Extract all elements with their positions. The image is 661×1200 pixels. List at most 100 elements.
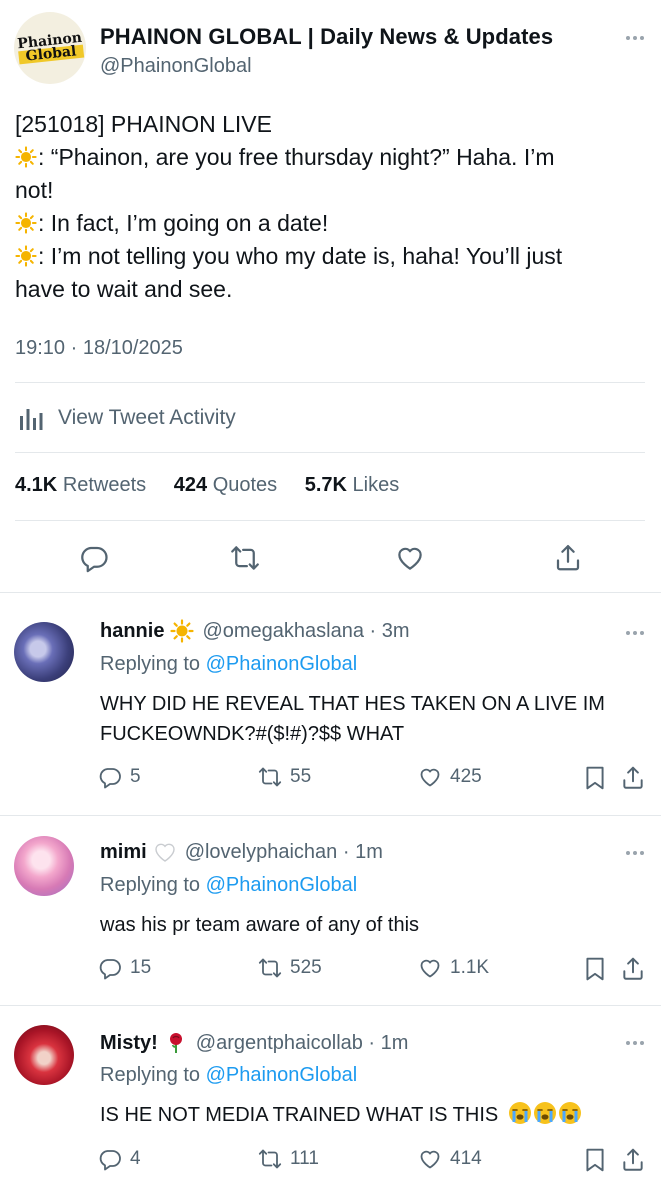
reply-author-name[interactable]: Misty! [100, 1032, 158, 1055]
reply-icon [99, 768, 121, 789]
more-options-icon[interactable] [626, 631, 644, 635]
white-heart-emoji-icon [154, 843, 175, 862]
reply-text: was his pr team aware of any of this [100, 914, 420, 936]
retweet-icon [258, 958, 282, 978]
logo: Phainon Global [16, 29, 84, 65]
avatar[interactable]: Phainon Global [14, 12, 86, 84]
more-options-icon[interactable] [626, 1041, 644, 1045]
divider [0, 815, 661, 816]
retweets-count[interactable]: 4.1K [15, 474, 57, 496]
reply-action-bar: 4 111 414 [98, 1147, 646, 1175]
view-activity-button[interactable]: View Tweet Activity [18, 404, 236, 432]
reply-header: mimi @lovelyphaichan · 1m [100, 840, 383, 864]
like-icon [420, 1150, 440, 1169]
avatar[interactable] [14, 622, 74, 682]
reply-count: 15 [130, 957, 152, 978]
reply-handle-time[interactable]: @argentphaicollab · 1m [196, 1032, 409, 1055]
replying-to: Replying to @PhainonGlobal [100, 653, 358, 675]
timestamp[interactable]: 19:10 · 18/10/2025 [15, 337, 183, 360]
like-count-button[interactable]: 1.1K [418, 956, 489, 980]
tweet-line: : I’m not telling you who my date is, ha… [15, 240, 645, 273]
sun-emoji-icon [15, 212, 37, 234]
more-options-icon[interactable] [626, 851, 644, 855]
view-activity-label: View Tweet Activity [58, 406, 236, 429]
more-options-icon[interactable] [626, 36, 644, 40]
reply-action-bar: 15 525 1.1K [98, 956, 646, 984]
tweet-stats: 4.1K Retweets 424 Quotes 5.7K Likes [15, 474, 421, 497]
retweet-count-button[interactable]: 55 [258, 765, 311, 789]
tweet-text: [251018] PHAINON LIVE : “Phainon, are yo… [15, 108, 645, 306]
retweet-icon[interactable] [230, 543, 260, 573]
retweet-count: 525 [290, 957, 322, 978]
like-count-button[interactable]: 414 [418, 1147, 482, 1171]
likes-label[interactable]: Likes [353, 474, 400, 496]
like-count: 414 [450, 1148, 482, 1169]
quotes-count[interactable]: 424 [174, 474, 207, 496]
likes-count[interactable]: 5.7K [305, 474, 347, 496]
reply-header: Misty! @argentphaicollab · 1m [100, 1031, 408, 1055]
analytics-icon [20, 409, 43, 430]
reply-handle-time[interactable]: @omegakhaslana · 3m [202, 620, 409, 643]
like-count: 1.1K [450, 957, 490, 978]
like-icon[interactable] [395, 543, 425, 573]
retweet-count-button[interactable]: 525 [258, 956, 322, 980]
divider [15, 382, 645, 383]
like-count: 425 [450, 766, 482, 787]
share-icon[interactable] [620, 956, 646, 982]
reply-handle-time[interactable]: @lovelyphaichan · 1m [185, 841, 383, 864]
avatar[interactable] [14, 836, 74, 896]
loudly-crying-face-icon [508, 1101, 582, 1125]
reply-count: 5 [130, 766, 141, 787]
replying-to: Replying to @PhainonGlobal [100, 874, 358, 896]
bookmark-icon[interactable] [582, 956, 608, 982]
tweet-line: : In fact, I’m going on a date! [15, 207, 645, 240]
tweet-line: [251018] PHAINON LIVE [15, 111, 272, 137]
divider [15, 520, 645, 521]
retweet-icon [258, 1149, 282, 1169]
divider [15, 452, 645, 453]
reply-text: WHY DID HE REVEAL THAT HES TAKEN ON A LI… [100, 693, 605, 745]
reply-icon [99, 959, 121, 980]
avatar[interactable] [14, 1025, 74, 1085]
reply-count-button[interactable]: 4 [98, 1147, 141, 1171]
bookmark-icon[interactable] [582, 1147, 608, 1173]
reply-count: 4 [130, 1148, 141, 1169]
reply-author-name[interactable]: mimi [100, 841, 147, 864]
display-name[interactable]: PHAINON GLOBAL | Daily News & Updates [100, 24, 553, 50]
retweet-count-button[interactable]: 111 [258, 1147, 319, 1171]
divider [0, 592, 661, 593]
retweet-count: 55 [290, 766, 312, 787]
bookmark-icon[interactable] [582, 765, 608, 791]
like-count-button[interactable]: 425 [418, 765, 482, 789]
tweet-line: have to wait and see. [15, 276, 233, 302]
tweet-line: : “Phainon, are you free thursday night?… [15, 141, 645, 174]
mention-link[interactable]: @PhainonGlobal [206, 653, 358, 675]
share-icon[interactable] [620, 1147, 646, 1173]
quotes-label[interactable]: Quotes [213, 474, 277, 496]
share-icon[interactable] [553, 543, 583, 573]
rose-emoji-icon [169, 1033, 182, 1053]
sun-emoji-icon [15, 146, 37, 168]
sun-emoji-icon [170, 619, 195, 643]
share-icon[interactable] [620, 765, 646, 791]
sun-emoji-icon [15, 245, 37, 267]
reply-icon [99, 1150, 121, 1171]
reply-icon[interactable] [79, 543, 109, 573]
reply-text: IS HE NOT MEDIA TRAINED WHAT IS THIS [100, 1100, 640, 1130]
reply-count-button[interactable]: 15 [98, 956, 151, 980]
reply-action-bar: 5 55 425 [98, 765, 646, 793]
reply-count-button[interactable]: 5 [98, 765, 141, 789]
reply-author-name[interactable]: hannie [100, 620, 164, 643]
mention-link[interactable]: @PhainonGlobal [206, 1064, 358, 1086]
like-icon [420, 959, 440, 978]
mention-link[interactable]: @PhainonGlobal [206, 874, 358, 896]
tweet-line: not! [15, 177, 54, 203]
like-icon [420, 768, 440, 787]
divider [0, 1005, 661, 1006]
replying-to: Replying to @PhainonGlobal [100, 1064, 358, 1086]
retweets-label[interactable]: Retweets [63, 474, 146, 496]
retweet-icon [258, 767, 282, 787]
handle[interactable]: @PhainonGlobal [100, 55, 252, 78]
reply-header: hannie @omegakhaslana · 3m [100, 619, 410, 643]
retweet-count: 111 [290, 1148, 319, 1169]
